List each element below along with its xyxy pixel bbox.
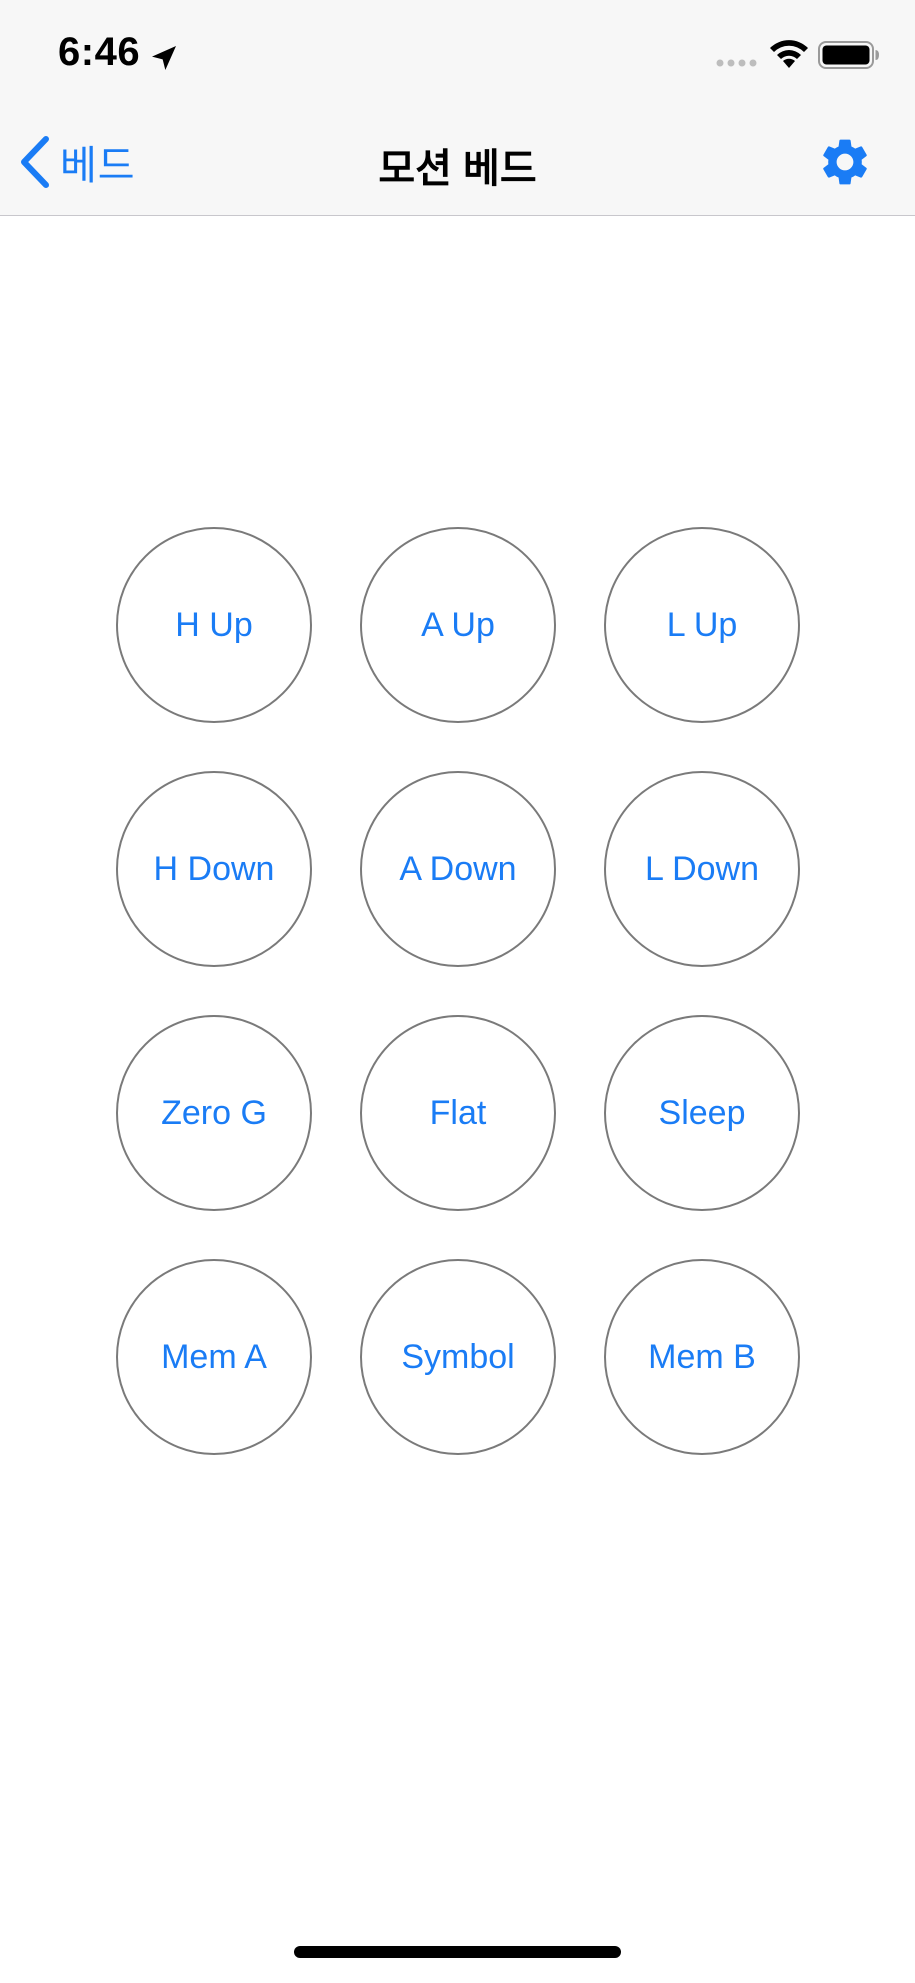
status-bar: 6:46: [0, 0, 915, 110]
gear-icon[interactable]: [817, 134, 873, 190]
a-up-button[interactable]: A Up: [360, 527, 556, 723]
h-up-button[interactable]: H Up: [116, 527, 312, 723]
battery-icon: [818, 41, 879, 69]
h-down-button[interactable]: H Down: [116, 771, 312, 967]
l-up-button[interactable]: L Up: [604, 527, 800, 723]
page-title: 모션 베드: [378, 147, 537, 191]
flat-button[interactable]: Flat: [360, 1015, 556, 1211]
mem-b-button[interactable]: Mem B: [604, 1259, 800, 1455]
motion-control-grid: H Up A Up L Up H Down A Down L Down Zero…: [116, 527, 800, 1455]
screen: 6:46 베드 모션 베드 H Up A Up L Up H Down A Do…: [0, 0, 915, 1983]
wifi-icon: [770, 40, 808, 68]
zero-g-button[interactable]: Zero G: [116, 1015, 312, 1211]
sleep-button[interactable]: Sleep: [604, 1015, 800, 1211]
navigation-bar: 베드 모션 베드: [0, 110, 915, 216]
a-down-button[interactable]: A Down: [360, 771, 556, 967]
l-down-button[interactable]: L Down: [604, 771, 800, 967]
cellular-signal-icon: [716, 59, 757, 67]
status-time: 6:46: [58, 30, 141, 74]
symbol-button[interactable]: Symbol: [360, 1259, 556, 1455]
mem-a-button[interactable]: Mem A: [116, 1259, 312, 1455]
home-indicator[interactable]: [294, 1946, 621, 1958]
location-arrow-icon: [152, 46, 176, 70]
